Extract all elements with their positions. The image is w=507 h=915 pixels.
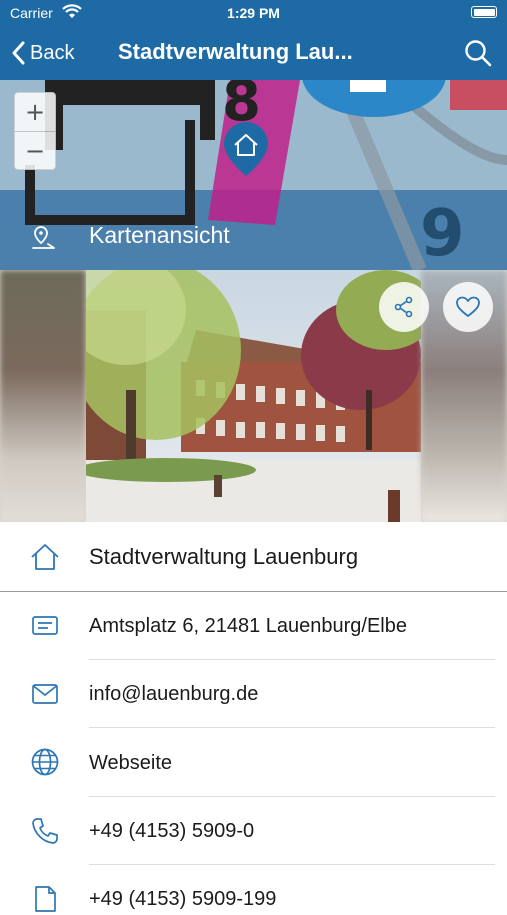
fax-row[interactable]: +49 (4153) 5909-199: [0, 865, 507, 912]
home-icon: [31, 544, 59, 570]
heart-icon: [456, 296, 480, 317]
favorite-button[interactable]: [443, 282, 493, 332]
battery-icon: [471, 6, 497, 18]
email-row[interactable]: info@lauenburg.de: [0, 660, 507, 728]
globe-icon: [31, 748, 59, 776]
status-bar: Carrier 1:29 PM: [0, 0, 507, 26]
phone-text: +49 (4153) 5909-0: [89, 820, 255, 842]
map-view-link[interactable]: Kartenansicht: [0, 200, 507, 270]
share-icon: [394, 296, 413, 318]
zoom-in-button[interactable]: +: [15, 93, 55, 131]
building-photo: [86, 270, 421, 522]
back-label: Back: [30, 41, 75, 64]
address-card-icon: [32, 616, 58, 635]
search-icon[interactable]: [463, 38, 493, 68]
phone-icon: [32, 818, 58, 844]
place-name: Stadtverwaltung Lauenburg: [89, 544, 359, 569]
zoom-out-button[interactable]: −: [15, 131, 55, 170]
page-title: Stadtverwaltung Lau...: [118, 39, 353, 64]
name-row: Stadtverwaltung Lauenburg: [0, 522, 507, 592]
chevron-left-icon: [12, 41, 25, 65]
address-text: Amtsplatz 6, 21481 Lauenburg/Elbe: [89, 615, 407, 637]
fax-document-icon: [35, 886, 56, 912]
clock: 1:29 PM: [227, 5, 280, 21]
mail-icon: [32, 684, 58, 704]
map-view-label: Kartenansicht: [89, 222, 230, 248]
phone-row[interactable]: +49 (4153) 5909-0: [0, 797, 507, 865]
address-row[interactable]: Amtsplatz 6, 21481 Lauenburg/Elbe: [0, 592, 507, 660]
map-pin-icon: [32, 226, 55, 249]
previous-photo[interactable]: [0, 270, 86, 522]
photo-carousel[interactable]: [0, 270, 507, 522]
back-button[interactable]: Back: [10, 38, 74, 68]
website-link: Webseite: [89, 752, 173, 774]
navigation-bar: Back Stadtverwaltung Lau...: [0, 26, 507, 80]
email-text: info@lauenburg.de: [89, 683, 259, 705]
home-marker-icon[interactable]: [222, 120, 270, 178]
website-row[interactable]: Webseite: [0, 728, 507, 797]
share-button[interactable]: [379, 282, 429, 332]
zoom-control: + −: [14, 92, 56, 170]
